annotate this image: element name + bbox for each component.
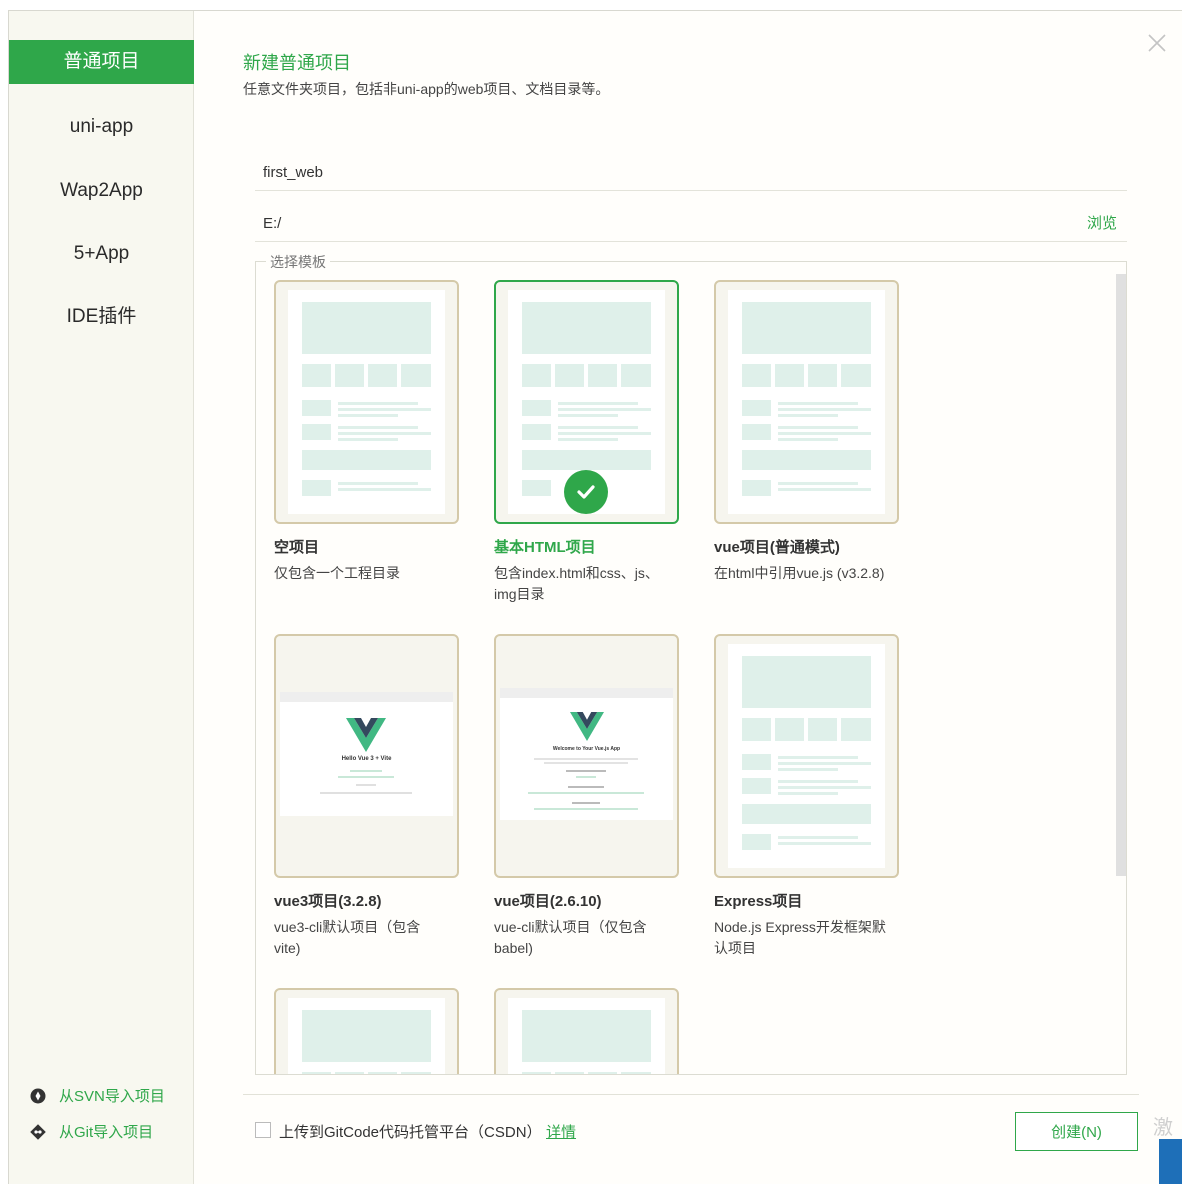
template-thumbnail — [494, 280, 679, 524]
wireframe-preview — [508, 998, 665, 1074]
git-import-label: 从Git导入项目 — [59, 1124, 154, 1141]
vue2-preview: Welcome to Your Vue.js App — [500, 688, 673, 820]
template-card-vue3[interactable]: Hello Vue 3 + Vite vue3项目(3.2.8) vue3-cl… — [274, 634, 459, 959]
page-title: 新建普通项目 — [243, 53, 351, 73]
template-card-express[interactable]: Express项目 Node.js Express开发框架默认项目 — [714, 634, 899, 959]
template-desc: 在html中引用vue.js (v3.2.8) — [714, 565, 885, 581]
template-desc: 包含index.html和css、js、img目录 — [494, 565, 659, 602]
vue-logo-icon — [570, 712, 604, 741]
svn-import-link[interactable]: 从SVN导入项目 — [29, 1085, 165, 1106]
template-thumbnail — [714, 634, 899, 878]
svn-import-label: 从SVN导入项目 — [59, 1088, 165, 1105]
close-icon[interactable] — [1145, 31, 1169, 55]
vue3-preview-title: Hello Vue 3 + Vite — [341, 756, 392, 762]
browse-button[interactable]: 浏览 — [1087, 212, 1117, 233]
template-legend: 选择模板 — [266, 252, 330, 272]
template-title: Express项目 — [714, 893, 803, 910]
sidebar-item-wap2app[interactable]: Wap2App — [9, 169, 194, 213]
template-thumbnail — [274, 988, 459, 1074]
sidebar-item-5plus-app[interactable]: 5+App — [9, 232, 194, 276]
location-input[interactable] — [263, 210, 1063, 236]
git-import-link[interactable]: 从Git导入项目 — [29, 1121, 153, 1142]
edge-app-icon — [1159, 1139, 1182, 1184]
project-name-input[interactable] — [263, 159, 1063, 185]
location-field: 浏览 — [255, 202, 1127, 242]
project-name-field — [255, 151, 1127, 191]
template-card-partial[interactable] — [494, 988, 679, 1074]
sidebar: 普通项目 uni-app Wap2App 5+App IDE插件 从SVN导入项… — [9, 11, 194, 1184]
template-card-partial[interactable] — [274, 988, 459, 1074]
vue-logo-icon — [346, 718, 386, 752]
template-desc: Node.js Express开发框架默认项目 — [714, 919, 886, 956]
template-desc: vue-cli默认项目（仅包含babel) — [494, 919, 647, 956]
template-thumbnail — [274, 280, 459, 524]
selected-check-icon — [564, 470, 608, 514]
template-thumbnail — [714, 280, 899, 524]
footer-divider — [243, 1094, 1139, 1095]
wireframe-preview — [288, 290, 445, 514]
sidebar-item-normal-project[interactable]: 普通项目 — [9, 40, 194, 84]
template-group: 选择模板 空项目 仅包含一个工程目录 基本HTML项目 包含index.html… — [255, 252, 1127, 1075]
wireframe-preview — [288, 998, 445, 1074]
template-title: 空项目 — [274, 539, 320, 556]
template-title: vue3项目(3.2.8) — [274, 893, 382, 910]
sidebar-item-ide-plugin[interactable]: IDE插件 — [9, 295, 194, 339]
upload-gitcode-checkbox[interactable] — [255, 1122, 271, 1138]
create-button[interactable]: 创建(N) — [1015, 1112, 1138, 1151]
template-list[interactable]: 空项目 仅包含一个工程目录 基本HTML项目 包含index.html和css、… — [256, 270, 1126, 1074]
wireframe-preview — [728, 290, 885, 514]
upload-gitcode-label: 上传到GitCode代码托管平台（CSDN） — [279, 1124, 542, 1141]
template-scrollbar[interactable] — [1116, 274, 1126, 876]
template-title: vue项目(普通模式) — [714, 539, 840, 556]
sidebar-item-uni-app[interactable]: uni-app — [9, 105, 194, 149]
template-card-basic-html[interactable]: 基本HTML项目 包含index.html和css、js、img目录 — [494, 280, 679, 605]
git-icon — [29, 1123, 47, 1141]
svn-icon — [29, 1087, 47, 1105]
details-link[interactable]: 详情 — [546, 1121, 576, 1142]
template-card-vue-normal[interactable]: vue项目(普通模式) 在html中引用vue.js (v3.2.8) — [714, 280, 899, 584]
template-desc: vue3-cli默认项目（包含vite) — [274, 919, 421, 956]
vue3-preview: Hello Vue 3 + Vite — [280, 692, 453, 816]
wireframe-preview — [728, 644, 885, 868]
template-title: 基本HTML项目 — [494, 539, 596, 556]
template-card-empty[interactable]: 空项目 仅包含一个工程目录 — [274, 280, 459, 584]
template-title: vue项目(2.6.10) — [494, 893, 602, 910]
template-card-vue2[interactable]: Welcome to Your Vue.js App vue项目(2.6.10)… — [494, 634, 679, 959]
page-subtitle: 任意文件夹项目，包括非uni-app的web项目、文档目录等。 — [243, 81, 610, 97]
edge-text: 激 — [1153, 1117, 1173, 1139]
template-thumbnail: Welcome to Your Vue.js App — [494, 634, 679, 878]
template-desc: 仅包含一个工程目录 — [274, 565, 400, 581]
vue2-preview-title: Welcome to Your Vue.js App — [552, 746, 621, 752]
template-thumbnail — [494, 988, 679, 1074]
template-thumbnail: Hello Vue 3 + Vite — [274, 634, 459, 878]
new-project-dialog: 普通项目 uni-app Wap2App 5+App IDE插件 从SVN导入项… — [8, 10, 1182, 1184]
